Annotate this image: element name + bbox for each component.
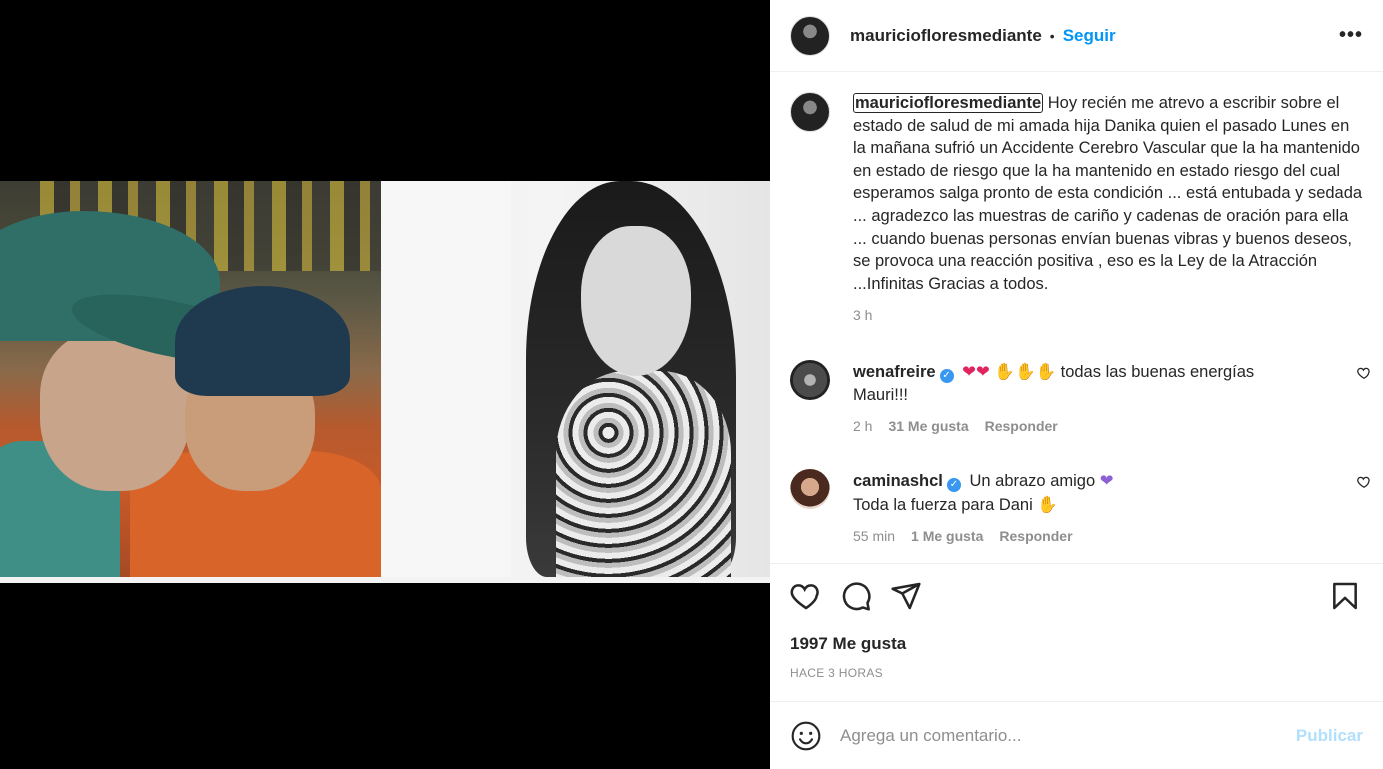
comment-input[interactable] (840, 725, 1280, 746)
comment-text: todas las buenas energías (1060, 362, 1255, 381)
bookmark-icon[interactable] (1329, 580, 1361, 612)
reply-button[interactable]: Responder (985, 415, 1058, 438)
purple-heart-emoji: ❤ (1099, 470, 1114, 490)
reply-button[interactable]: Responder (999, 525, 1072, 548)
author-avatar[interactable] (790, 15, 830, 56)
comment-composer: Publicar (770, 701, 1383, 769)
comment-avatar[interactable] (790, 468, 830, 509)
red-heart-emoji: ❤ (962, 361, 976, 381)
comment-username[interactable]: wenafreire (853, 363, 936, 381)
raised-hands-emoji: ✋ (1014, 361, 1036, 381)
comment-item: wenafreire ✓ ❤❤ ✋✋✋ todas las buenas ener… (770, 359, 1383, 438)
smile-icon[interactable] (790, 720, 822, 752)
more-options-icon[interactable]: ••• (1339, 24, 1363, 47)
comments-scroll[interactable]: mauriciofloresmediante Hoy recién me atr… (770, 73, 1383, 563)
photo-right-panel (381, 181, 770, 577)
verified-icon: ✓ (946, 477, 961, 492)
caption-time[interactable]: 3 h (853, 304, 1363, 327)
post-age[interactable]: HACE 3 HORAS (790, 666, 1363, 680)
comment-avatar[interactable] (790, 359, 830, 400)
action-icons (790, 564, 1363, 628)
post-photo[interactable] (0, 181, 770, 583)
caption-avatar[interactable] (790, 92, 830, 132)
raised-hands-emoji: ✋ (994, 361, 1015, 381)
likes-count[interactable]: 1997 Me gusta (790, 634, 1363, 654)
comment-time[interactable]: 2 h (853, 415, 872, 438)
post-media (0, 0, 770, 769)
comment-icon[interactable] (840, 580, 872, 612)
red-heart-emoji: ❤ (975, 361, 990, 381)
comment-likes[interactable]: 31 Me gusta (888, 415, 968, 438)
verified-icon: ✓ (939, 368, 954, 383)
post-header: mauriciofloresmediante • Seguir ••• (770, 0, 1383, 72)
caption-username[interactable]: mauriciofloresmediante (853, 93, 1044, 113)
photo-left-panel (0, 181, 381, 577)
comment-text-line2: Mauri!!! (853, 385, 909, 404)
separator-dot: • (1049, 27, 1055, 44)
comment-likes[interactable]: 1 Me gusta (911, 525, 983, 548)
caption-text: Hoy recién me atrevo a escribir sobre el… (853, 94, 1363, 293)
comment-like-heart-icon[interactable] (1357, 475, 1371, 489)
comment-username[interactable]: caminashcl (853, 472, 943, 490)
raised-hands-emoji: ✋ (1035, 361, 1057, 381)
share-icon[interactable] (890, 580, 922, 612)
comment-like-heart-icon[interactable] (1357, 366, 1371, 380)
heart-icon[interactable] (790, 580, 822, 612)
comment-item: caminashcl ✓ Un abrazo amigo ❤ Toda la fu… (770, 468, 1383, 548)
publish-button[interactable]: Publicar (1296, 726, 1363, 746)
comment-meta: 2 h 31 Me gusta Responder (853, 415, 1323, 438)
post-actions: 1997 Me gusta HACE 3 HORAS (770, 563, 1383, 680)
raised-hands-emoji: ✋ (1037, 494, 1058, 514)
follow-button[interactable]: Seguir (1063, 26, 1116, 46)
comment-text: Un abrazo amigo (969, 471, 1096, 490)
comment-meta: 55 min 1 Me gusta Responder (853, 525, 1323, 548)
comment-text-line2: Toda la fuerza para Dani (853, 495, 1033, 514)
caption: mauriciofloresmediante Hoy recién me atr… (770, 73, 1383, 327)
comment-time[interactable]: 55 min (853, 525, 895, 548)
post-side-panel: mauriciofloresmediante • Seguir ••• maur… (770, 0, 1383, 769)
author-username[interactable]: mauriciofloresmediante (850, 26, 1042, 46)
